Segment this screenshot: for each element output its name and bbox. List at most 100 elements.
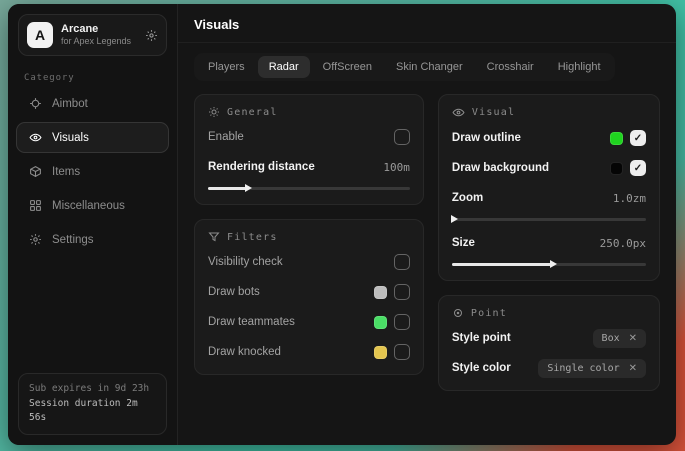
draw-background-checkbox[interactable]: ✓ [630,160,646,176]
panel-header: Filters [208,231,410,243]
app-title: Arcane [61,23,131,37]
tab-offscreen[interactable]: OffScreen [312,56,383,78]
main-content: Visuals PlayersRadarOffScreenSkin Change… [178,4,676,445]
enable-checkbox[interactable] [394,129,410,145]
settings-gear-icon[interactable] [145,29,158,42]
app-header-card: A Arcane for Apex Legends [18,14,167,56]
row-label: Style color [452,362,511,374]
draw-teammates-checkbox[interactable] [394,314,410,330]
select-value: Box [602,333,620,344]
panel-visual: Visual Draw outline ✓ Draw background ✓ Zoom1… [438,94,660,281]
tab-radar[interactable]: Radar [258,56,310,78]
right-column: Visual Draw outline ✓ Draw background ✓ Zoom1… [438,94,660,391]
row-draw-bots: Draw bots [208,281,410,303]
row-draw-outline: Draw outline ✓ [452,127,646,149]
style-point-select[interactable]: Box ✕ [593,329,646,348]
funnel-icon [208,231,220,243]
row-label: Draw outline [452,132,521,144]
sidebar-item-miscellaneous[interactable]: Miscellaneous [16,190,169,221]
row-draw-teammates: Draw teammates [208,311,410,333]
tab-skin-changer[interactable]: Skin Changer [385,56,474,78]
gear-icon [28,233,42,246]
row-label: Draw background [452,162,549,174]
panel-point: Point Style point Box ✕ Style color Single co… [438,295,660,391]
sidebar-item-label: Visuals [52,132,89,144]
draw-outline-color-swatch[interactable] [610,132,623,145]
row-visibility-check: Visibility check [208,251,410,273]
slider-thumb[interactable] [245,184,252,192]
row-label: Rendering distance [208,161,315,173]
row-draw-knocked: Draw knocked [208,341,410,363]
row-label: Draw knocked [208,346,281,358]
row-zoom: Zoom1.0zm [452,187,646,224]
slider-thumb[interactable] [550,260,557,268]
session-duration-text: Session duration 2m 56s [29,397,156,426]
tab-highlight[interactable]: Highlight [547,56,612,78]
zoom-slider[interactable] [452,215,646,224]
app-logo: A [27,22,53,48]
slider-value: 100m [383,161,410,174]
row-label: Enable [208,131,244,143]
clear-icon[interactable]: ✕ [629,333,637,344]
row-style-point: Style point Box ✕ [452,327,646,349]
draw-bots-color-swatch[interactable] [374,286,387,299]
slider-thumb[interactable] [451,215,458,223]
row-label: Style point [452,332,511,344]
row-label: Visibility check [208,256,283,268]
sub-expires-text: Sub expires in 9d 23h [29,382,156,397]
sidebar-item-items[interactable]: Items [16,156,169,187]
row-rendering-distance: Rendering distance 100m [208,156,410,193]
sidebar-item-label: Items [52,166,80,178]
eye-icon [28,131,42,144]
left-column: General Enable Rendering distance 100m Filte… [194,94,424,375]
sun-icon [208,106,220,118]
clear-icon[interactable]: ✕ [629,363,637,374]
tab-crosshair[interactable]: Crosshair [476,56,545,78]
sidebar-item-aimbot[interactable]: Aimbot [16,88,169,119]
panel-title: Filters [227,232,278,243]
style-color-select[interactable]: Single color ✕ [538,359,646,378]
rendering-distance-slider[interactable] [208,184,410,193]
draw-knocked-color-swatch[interactable] [374,346,387,359]
sidebar-item-label: Aimbot [52,98,88,110]
draw-outline-checkbox[interactable]: ✓ [630,130,646,146]
app-subtitle: for Apex Legends [61,36,131,47]
crosshair-icon [28,97,42,110]
page-header: Visuals [178,4,676,43]
select-value: Single color [547,363,619,374]
sidebar-item-label: Miscellaneous [52,200,125,212]
draw-bots-checkbox[interactable] [394,284,410,300]
row-label: Size [452,237,475,249]
sidebar-item-label: Settings [52,234,94,246]
draw-teammates-color-swatch[interactable] [374,316,387,329]
panel-title: Visual [472,107,515,118]
panel-columns: General Enable Rendering distance 100m Filte… [178,81,676,404]
sidebar: A Arcane for Apex Legends Category Aimbo… [8,4,178,445]
row-style-color: Style color Single color ✕ [452,357,646,379]
eye-icon [452,106,465,119]
panel-title: General [227,107,278,118]
draw-background-color-swatch[interactable] [610,162,623,175]
panel-general: General Enable Rendering distance 100m [194,94,424,205]
session-card: Sub expires in 9d 23h Session duration 2… [18,373,167,435]
slider-value: 250.0px [600,237,646,250]
panel-filters: Filters Visibility check Draw bots Draw tea… [194,219,424,375]
sidebar-nav: Aimbot Visuals Items Miscellaneous Settings [8,88,177,258]
sidebar-item-settings[interactable]: Settings [16,224,169,255]
tab-players[interactable]: Players [197,56,256,78]
app-window: A Arcane for Apex Legends Category Aimbo… [8,4,676,445]
tab-bar: PlayersRadarOffScreenSkin ChangerCrossha… [194,53,615,81]
slider-value: 1.0zm [613,192,646,205]
panel-header: Visual [452,106,646,119]
row-size: Size 250.0px [452,232,646,269]
grid-icon [28,199,42,212]
size-slider[interactable] [452,260,646,269]
cube-icon [28,165,42,178]
row-enable: Enable [208,126,410,148]
visibility-check-checkbox[interactable] [394,254,410,270]
draw-knocked-checkbox[interactable] [394,344,410,360]
panel-header: General [208,106,410,118]
point-icon [452,307,464,319]
sidebar-item-visuals[interactable]: Visuals [16,122,169,153]
panel-header: Point [452,307,646,319]
